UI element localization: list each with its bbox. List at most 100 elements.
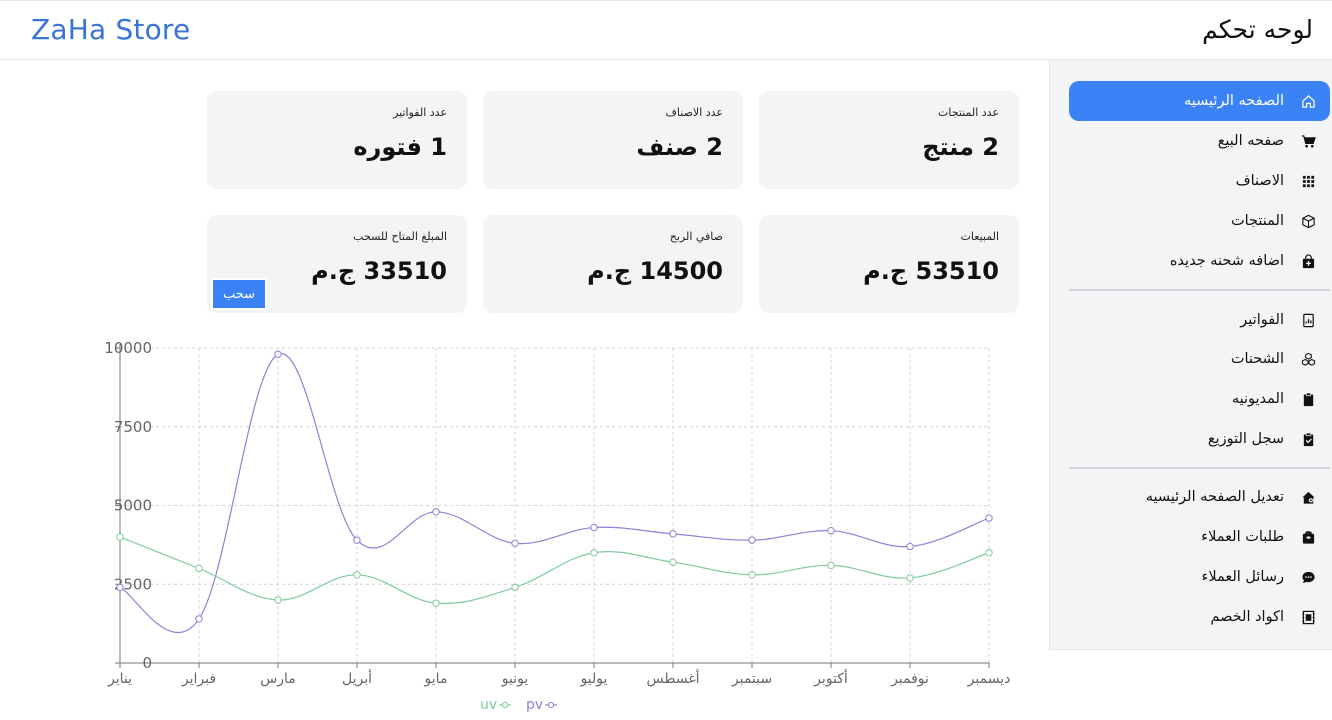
data-point-pv <box>590 523 598 532</box>
sidebar-item-label: اكواد الخصم <box>1210 609 1284 625</box>
data-point-uv <box>590 549 598 557</box>
sidebar-item-sales-page[interactable]: صفحه البيع <box>1069 121 1330 161</box>
sidebar-item-home[interactable]: الصفحه الرئيسيه <box>1069 81 1330 121</box>
data-point-pv <box>906 542 914 551</box>
x-tick-label: يونيو <box>501 671 529 687</box>
boxes-icon <box>1300 351 1316 367</box>
sidebar-item-discount-codes[interactable]: اكواد الخصم <box>1069 597 1330 637</box>
legend-marker-dot <box>501 701 509 709</box>
data-point-uv <box>985 549 993 557</box>
sidebar-item-invoices[interactable]: الفواتير <box>1069 300 1330 340</box>
stat-label: المبيعات <box>960 230 999 243</box>
sidebar: الصفحه الرئيسيه صفحه البيع الاصناف المنت… <box>1049 60 1332 650</box>
chat-icon <box>1300 569 1316 585</box>
data-point-pv <box>669 530 677 538</box>
top-bar: ZaHa Store لوحه تحكم <box>0 0 1332 60</box>
sidebar-item-edit-home[interactable]: تعديل الصفحه الرئيسيه <box>1069 477 1330 517</box>
series-line-uv <box>119 536 990 605</box>
stat-label: المبلغ المتاح للسحب <box>353 230 447 243</box>
chart-svg: 025005000750010000يناير فبراير مارس أبريل ما… <box>104 339 1011 713</box>
sidebar-item-label: طلبات العملاء <box>1201 529 1284 545</box>
data-point-pv <box>195 615 203 623</box>
x-tick-label: أغسطس <box>646 669 699 687</box>
stat-value: 14500 ج.م <box>587 257 723 285</box>
withdraw-button[interactable]: سحب <box>211 278 267 310</box>
y-tick-label: 0 <box>142 654 152 672</box>
sales-line-chart: 0 2500 5000 7500 10000 يناير فبراير مارس أبريل ما… <box>0 330 1040 716</box>
sidebar-item-label: المديونيه <box>1231 391 1284 407</box>
data-point-uv <box>353 571 361 579</box>
sidebar-divider <box>1069 289 1330 291</box>
data-point-pv <box>985 514 993 522</box>
coupon-icon <box>1300 609 1316 625</box>
data-point-pv <box>827 527 835 535</box>
y-tick-label: 10000 <box>104 339 152 357</box>
stat-card-products: عدد المنتجات 2 منتج <box>759 91 1019 189</box>
inbox-box-icon <box>1300 529 1316 545</box>
stat-value: 1 فتوره <box>353 133 447 161</box>
sidebar-item-categories[interactable]: الاصناف <box>1069 161 1330 201</box>
clipboard-check-icon <box>1300 431 1316 447</box>
bag-plus-icon <box>1300 253 1316 269</box>
stat-value: 53510 ج.م <box>863 257 999 285</box>
sidebar-item-label: الفواتير <box>1240 312 1284 328</box>
data-point-uv <box>748 571 756 579</box>
data-point-uv <box>511 583 519 592</box>
stat-label: عدد الاصناف <box>665 106 723 119</box>
box-icon <box>1300 213 1316 229</box>
sidebar-item-label: الشحنات <box>1230 351 1284 367</box>
grid-icon <box>1300 173 1316 189</box>
x-tick-label: فبراير <box>181 671 216 687</box>
x-tick-label: مايو <box>424 671 448 687</box>
data-point-uv <box>827 561 835 570</box>
house-gear-icon <box>1300 489 1316 505</box>
stat-card-net-profit: صافي الربح 14500 ج.م <box>483 215 743 313</box>
x-tick-label: نوفمبر <box>890 671 929 687</box>
sidebar-item-label: رسائل العملاء <box>1201 569 1285 585</box>
sidebar-item-label: المنتجات <box>1230 213 1284 229</box>
data-point-pv <box>353 536 361 544</box>
x-tick-label: مارس <box>260 671 296 687</box>
data-point-uv <box>906 574 914 582</box>
data-point-uv <box>669 558 677 566</box>
sidebar-item-distribution-log[interactable]: سجل التوزيع <box>1069 419 1330 459</box>
cart-icon <box>1300 133 1316 149</box>
x-tick-label: أكتوبر <box>813 669 848 687</box>
sidebar-item-debts[interactable]: المديونيه <box>1069 379 1330 419</box>
sidebar-item-add-shipment[interactable]: اضافه شحنه جديده <box>1069 241 1330 281</box>
sidebar-item-label: الاصناف <box>1235 173 1284 189</box>
data-point-pv <box>748 536 756 544</box>
sidebar-item-label: سجل التوزيع <box>1207 431 1284 447</box>
page-title: لوحه تحكم <box>1202 15 1313 44</box>
y-tick-label: 7500 <box>114 418 152 436</box>
sidebar-item-label: اضافه شحنه جديده <box>1169 253 1284 269</box>
sidebar-item-products[interactable]: المنتجات <box>1069 201 1330 241</box>
data-point-uv <box>116 533 124 541</box>
data-point-pv <box>511 539 519 548</box>
stat-value: 2 منتج <box>922 133 999 161</box>
data-point-uv <box>195 564 203 573</box>
sidebar-item-shipments[interactable]: الشحنات <box>1069 339 1330 379</box>
stat-card-invoices: عدد الفواتير 1 فتوره <box>207 91 467 189</box>
data-point-pv <box>116 583 124 592</box>
series-line-pv <box>119 353 990 634</box>
x-tick-label: أبريل <box>342 669 372 687</box>
sidebar-divider <box>1069 467 1330 469</box>
stat-label: عدد الفواتير <box>393 106 447 119</box>
sidebar-item-label: صفحه البيع <box>1217 133 1284 149</box>
legend-marker-dot <box>547 701 555 709</box>
sidebar-item-label: الصفحه الرئيسيه <box>1183 93 1284 109</box>
y-tick-label: 5000 <box>114 497 152 515</box>
data-point-pv <box>274 350 282 358</box>
brand-logo[interactable]: ZaHa Store <box>31 13 190 46</box>
x-tick-label: ديسمبر <box>967 671 1011 687</box>
stat-card-available-balance: المبلغ المتاح للسحب 33510 ج.م سحب <box>207 215 467 313</box>
stat-card-categories: عدد الاصناف 2 صنف <box>483 91 743 189</box>
sidebar-item-customer-orders[interactable]: طلبات العملاء <box>1069 517 1330 557</box>
home-icon <box>1300 93 1316 109</box>
sidebar-item-label: تعديل الصفحه الرئيسيه <box>1145 489 1284 505</box>
data-point-pv <box>432 508 440 516</box>
sidebar-item-customer-messages[interactable]: رسائل العملاء <box>1069 557 1330 597</box>
x-tick-label: سبتمبر <box>731 671 772 687</box>
stat-value: 2 صنف <box>636 133 723 161</box>
